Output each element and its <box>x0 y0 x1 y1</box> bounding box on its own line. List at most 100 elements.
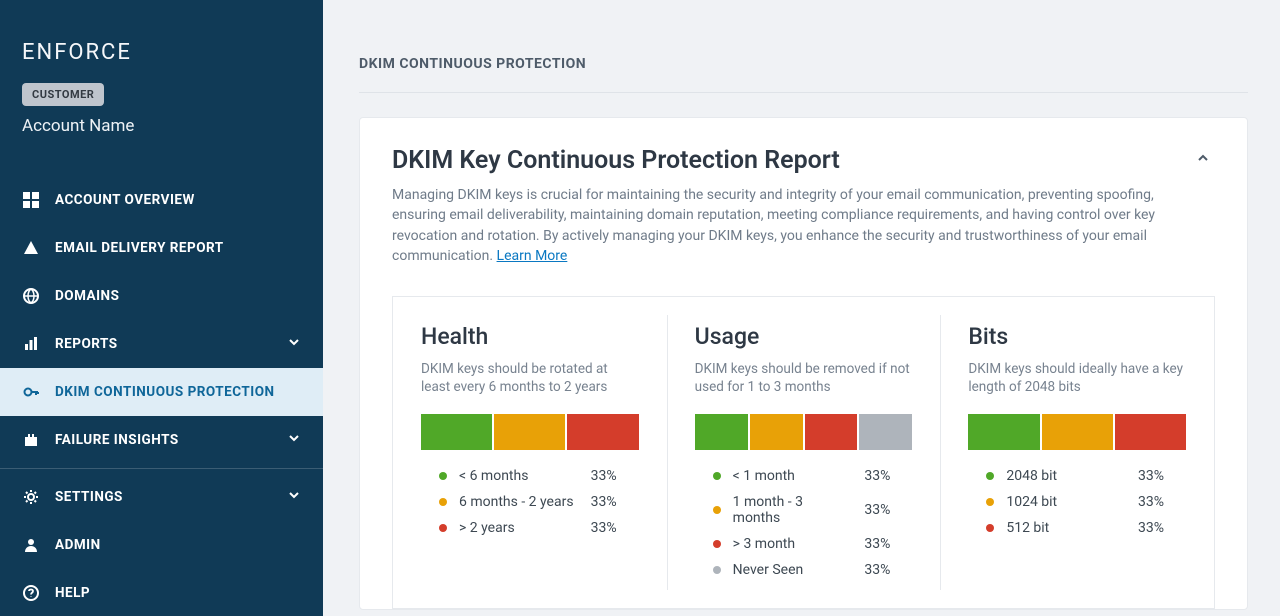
legend-value: 33% <box>591 468 639 484</box>
panel-title: Health <box>421 323 639 350</box>
bar-segment-red <box>1115 414 1186 450</box>
sidebar-item-failure-insights[interactable]: FAILURE INSIGHTS <box>0 416 323 464</box>
report-card: DKIM Key Continuous Protection Report Ma… <box>359 117 1248 610</box>
sidebar-item-help[interactable]: HELP <box>0 569 323 616</box>
dot-red-icon <box>713 540 721 548</box>
legend-row: 1024 bit 33% <box>986 494 1186 510</box>
bits-legend: 2048 bit 33% 1024 bit 33% 512 bit 33% <box>968 468 1186 536</box>
legend-row: 2048 bit 33% <box>986 468 1186 484</box>
help-icon <box>22 584 40 602</box>
dot-green-icon <box>986 472 994 480</box>
castle-icon <box>22 431 40 449</box>
sidebar-item-domains[interactable]: DOMAINS <box>0 272 323 320</box>
metric-panels: Health DKIM keys should be rotated at le… <box>392 296 1215 609</box>
legend-row: 512 bit 33% <box>986 520 1186 536</box>
panel-subtitle: DKIM keys should be removed if not used … <box>695 360 913 398</box>
usage-legend: < 1 month 33% 1 month - 3 months 33% > 3… <box>695 468 913 578</box>
sidebar-item-label: DOMAINS <box>55 288 119 304</box>
panel-subtitle: DKIM keys should be rotated at least eve… <box>421 360 639 398</box>
panel-health: Health DKIM keys should be rotated at le… <box>393 297 667 608</box>
bar-segment-green <box>695 414 748 450</box>
bits-bar-chart <box>968 414 1186 450</box>
legend-row: < 1 month 33% <box>713 468 913 484</box>
card-header-text: DKIM Key Continuous Protection Report Ma… <box>392 146 1175 266</box>
sidebar-nav: ACCOUNT OVERVIEW EMAIL DELIVERY REPORT D… <box>0 176 323 616</box>
dot-red-icon <box>986 524 994 532</box>
legend-label: > 3 month <box>733 536 853 552</box>
nav-divider <box>0 468 323 469</box>
bar-segment-orange <box>750 414 803 450</box>
sidebar-item-reports[interactable]: REPORTS <box>0 320 323 368</box>
legend-label: > 2 years <box>459 520 579 536</box>
chevron-down-icon <box>287 335 301 353</box>
panel-title: Usage <box>695 323 913 350</box>
globe-icon <box>22 287 40 305</box>
legend-row: Never Seen 33% <box>713 562 913 578</box>
dot-grey-icon <box>713 566 721 574</box>
collapse-button[interactable] <box>1191 146 1215 170</box>
dot-green-icon <box>713 472 721 480</box>
sidebar-item-admin[interactable]: ADMIN <box>0 521 323 569</box>
legend-row: > 3 month 33% <box>713 536 913 552</box>
card-header: DKIM Key Continuous Protection Report Ma… <box>392 146 1215 266</box>
brand-logo: ENFORCE <box>22 40 301 65</box>
legend-row: 6 months - 2 years 33% <box>439 494 639 510</box>
legend-label: < 6 months <box>459 468 579 484</box>
legend-row: > 2 years 33% <box>439 520 639 536</box>
legend-value: 33% <box>864 502 912 518</box>
sidebar-item-label: ACCOUNT OVERVIEW <box>55 192 195 208</box>
legend-value: 33% <box>864 562 912 578</box>
legend-row: < 6 months 33% <box>439 468 639 484</box>
bar-chart-icon <box>22 335 40 353</box>
warning-icon <box>22 239 40 257</box>
panel-bits: Bits DKIM keys should ideally have a key… <box>940 297 1214 608</box>
main-content: DKIM CONTINUOUS PROTECTION DKIM Key Cont… <box>323 0 1280 616</box>
legend-value: 33% <box>1138 520 1186 536</box>
sidebar-item-label: EMAIL DELIVERY REPORT <box>55 240 224 256</box>
account-name: Account Name <box>22 116 301 136</box>
legend-row: 1 month - 3 months 33% <box>713 494 913 526</box>
dot-orange-icon <box>439 498 447 506</box>
dot-orange-icon <box>713 506 721 514</box>
legend-label: 2048 bit <box>1006 468 1126 484</box>
health-bar-chart <box>421 414 639 450</box>
sidebar-item-label: FAILURE INSIGHTS <box>55 432 179 448</box>
panel-title: Bits <box>968 323 1186 350</box>
bar-segment-grey <box>859 414 912 450</box>
sidebar-item-label: ADMIN <box>55 537 101 553</box>
sidebar-item-label: HELP <box>55 585 90 601</box>
bar-segment-orange <box>1042 414 1113 450</box>
usage-bar-chart <box>695 414 913 450</box>
sidebar-item-account-overview[interactable]: ACCOUNT OVERVIEW <box>0 176 323 224</box>
legend-label: 1024 bit <box>1006 494 1126 510</box>
legend-value: 33% <box>1138 494 1186 510</box>
legend-value: 33% <box>864 468 912 484</box>
sidebar-item-email-delivery-report[interactable]: EMAIL DELIVERY REPORT <box>0 224 323 272</box>
chevron-down-icon <box>287 488 301 506</box>
sidebar-item-settings[interactable]: SETTINGS <box>0 473 323 521</box>
learn-more-link[interactable]: Learn More <box>497 248 568 264</box>
dot-green-icon <box>439 472 447 480</box>
panel-subtitle: DKIM keys should ideally have a key leng… <box>968 360 1186 398</box>
bar-segment-red <box>805 414 858 450</box>
sidebar-item-label: DKIM CONTINUOUS PROTECTION <box>55 384 275 400</box>
panel-usage: Usage DKIM keys should be removed if not… <box>667 297 941 608</box>
dot-orange-icon <box>986 498 994 506</box>
legend-label: Never Seen <box>733 562 853 578</box>
bar-segment-green <box>968 414 1039 450</box>
bar-segment-green <box>421 414 492 450</box>
user-icon <box>22 536 40 554</box>
dot-red-icon <box>439 524 447 532</box>
gear-icon <box>22 488 40 506</box>
bar-segment-red <box>567 414 638 450</box>
sidebar-header: ENFORCE CUSTOMER Account Name <box>0 0 323 152</box>
legend-value: 33% <box>591 520 639 536</box>
dashboard-icon <box>22 191 40 209</box>
legend-value: 33% <box>864 536 912 552</box>
health-legend: < 6 months 33% 6 months - 2 years 33% > … <box>421 468 639 536</box>
sidebar-item-label: SETTINGS <box>55 489 123 505</box>
legend-value: 33% <box>1138 468 1186 484</box>
sidebar-item-dkim-continuous-protection[interactable]: DKIM CONTINUOUS PROTECTION <box>0 368 323 416</box>
card-title: DKIM Key Continuous Protection Report <box>392 146 1175 175</box>
card-description: Managing DKIM keys is crucial for mainta… <box>392 185 1175 266</box>
